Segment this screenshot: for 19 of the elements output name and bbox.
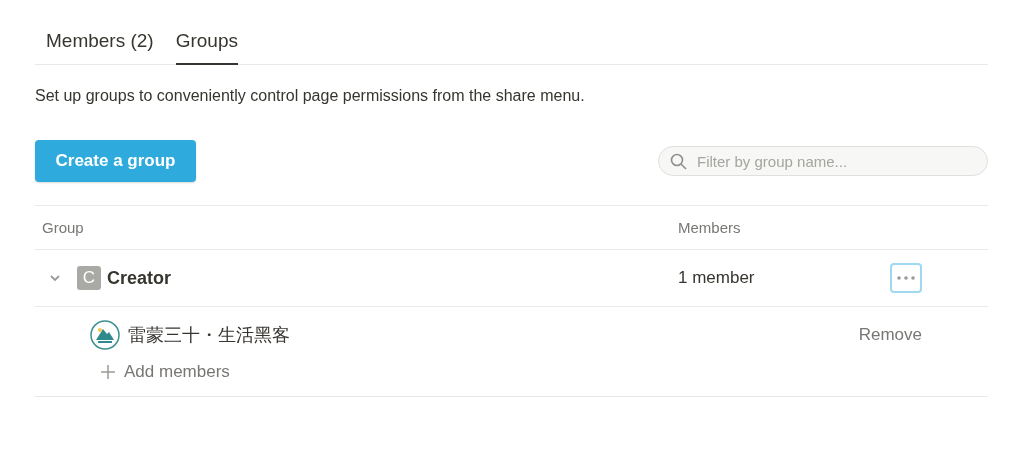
add-members-button[interactable]: Add members (90, 362, 922, 382)
search-icon (670, 153, 687, 170)
tab[interactable]: Members (2) (46, 24, 154, 65)
group-initial: C (77, 266, 101, 290)
group-name: Creator (107, 267, 172, 289)
column-header: Group (41, 219, 85, 236)
remove-button[interactable]: Remove (858, 325, 922, 345)
chevron-icon[interactable] (49, 272, 61, 284)
description: Set up groups to conveniently control page permissions from the share menu. (35, 87, 586, 105)
tab[interactable]: Groups (175, 24, 238, 65)
member-name: 雷蒙三十・生活黑客 (128, 324, 290, 347)
create-group-button[interactable]: Create a group (35, 140, 196, 182)
search-field[interactable]: Filter by group name... (658, 146, 988, 176)
more-button[interactable] (890, 263, 922, 293)
member-count: 1 member (677, 268, 756, 288)
more-icon (897, 276, 915, 280)
column-header: Members (677, 219, 742, 236)
plus-icon (100, 364, 116, 380)
avatar-icon (90, 320, 120, 350)
